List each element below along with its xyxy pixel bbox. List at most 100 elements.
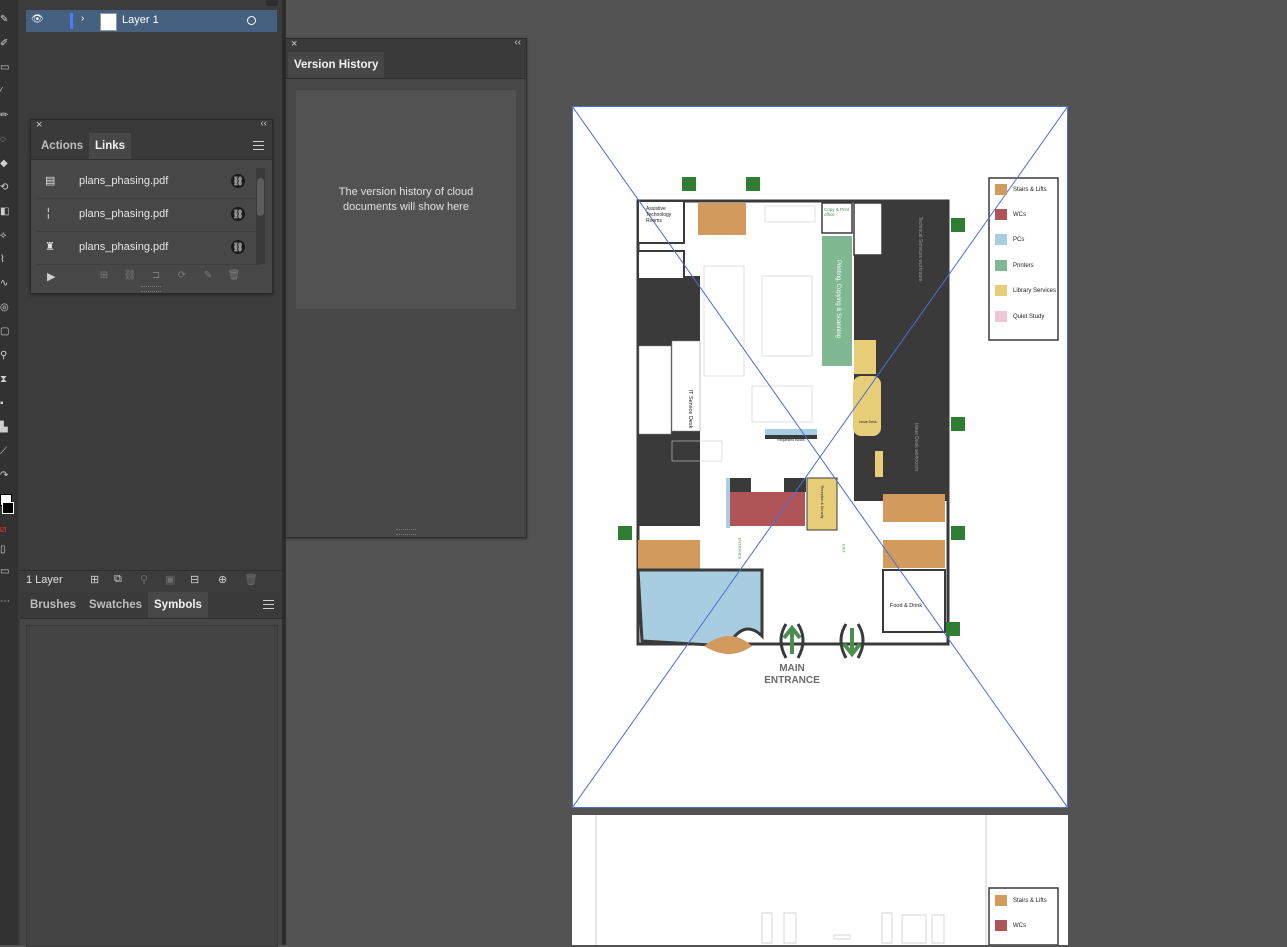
layer-name[interactable]: Layer 1 bbox=[122, 14, 159, 26]
collapse-icon[interactable]: ‹‹ bbox=[514, 37, 521, 48]
chevron-right-icon[interactable]: › bbox=[81, 13, 84, 24]
close-icon[interactable]: × bbox=[291, 38, 297, 50]
exit-sign bbox=[951, 526, 965, 540]
exit-sign bbox=[946, 622, 960, 636]
link-chain-icon[interactable]: ⛓ bbox=[231, 240, 245, 254]
layer-color-bar bbox=[70, 13, 73, 29]
label-printing: Printing, Copying & Scanning bbox=[835, 259, 841, 339]
panel-menu-icon[interactable] bbox=[263, 600, 274, 609]
eyedropper-icon[interactable]: ⟋ bbox=[0, 446, 12, 458]
locate-object-icon[interactable]: ⚲ bbox=[140, 573, 148, 586]
relink-icon[interactable]: ⛓ bbox=[123, 270, 137, 282]
scale-icon[interactable]: ◧ bbox=[0, 206, 12, 218]
new-layer-icon[interactable]: ⊕ bbox=[218, 573, 227, 586]
links-scrollbar[interactable] bbox=[256, 168, 265, 264]
label-it-desk: IT Service Desk bbox=[687, 389, 693, 429]
close-icon[interactable]: × bbox=[36, 119, 42, 131]
zoom-icon[interactable]: ⚲ bbox=[0, 350, 12, 362]
target-circle-icon[interactable] bbox=[247, 16, 256, 25]
gradient-icon[interactable]: ⧗ bbox=[0, 374, 12, 386]
clipping-mask-icon[interactable]: ▣ bbox=[165, 573, 175, 586]
shape-builder-icon[interactable]: ◎ bbox=[0, 302, 12, 314]
legend-label: WCs bbox=[1013, 923, 1026, 930]
rectangle-icon[interactable]: ▭ bbox=[0, 62, 12, 74]
links-tabbar: Actions Links bbox=[31, 133, 272, 160]
goto-link-icon[interactable]: ⊐ bbox=[149, 270, 163, 282]
link-item[interactable]: ╎ plans_phasing.pdf ⛓ bbox=[37, 199, 261, 232]
screen-mode-icon[interactable]: ▭ bbox=[0, 566, 12, 578]
update-link-icon[interactable]: ⟳ bbox=[175, 270, 189, 282]
panel-titlebar[interactable]: × ‹‹ bbox=[286, 37, 526, 52]
tab-actions[interactable]: Actions bbox=[35, 133, 89, 159]
version-history-panel: × ‹‹ Version History The version history… bbox=[285, 37, 527, 538]
layer-row[interactable]: 👁 › Layer 1 bbox=[26, 10, 277, 32]
trash-icon[interactable]: 🗑 bbox=[227, 270, 241, 282]
perspective-icon[interactable]: ▢ bbox=[0, 326, 12, 338]
links-footer: ▶ ⊞ ⛓ ⊐ ⟳ ✎ 🗑 bbox=[31, 270, 272, 286]
links-list: ▤ plans_phasing.pdf ⛓ ╎ plans_phasing.pd… bbox=[31, 166, 272, 270]
new-sublayer-icon[interactable]: ⊟ bbox=[190, 573, 199, 586]
legend-item: WCs bbox=[995, 920, 1026, 931]
legend-item: Stairs & Lifts bbox=[995, 895, 1047, 906]
legend-label: PCs bbox=[1013, 237, 1025, 244]
legend-item: PCs bbox=[995, 234, 1024, 245]
symbols-content bbox=[26, 625, 278, 947]
tab-version-history[interactable]: Version History bbox=[288, 52, 385, 78]
tab-symbols[interactable]: Symbols bbox=[148, 592, 208, 618]
tab-swatches[interactable]: Swatches bbox=[83, 592, 148, 618]
layers-count: 1 Layer bbox=[26, 574, 63, 586]
legend-label: Library Services bbox=[1013, 288, 1057, 295]
legend-2: Stairs & Lifts WCs bbox=[991, 895, 1057, 941]
artboard-1[interactable]: Stairs & Lifts WCs PCs Printers Library … bbox=[572, 106, 1068, 808]
scroll-thumb[interactable] bbox=[257, 178, 264, 216]
resize-grip[interactable] bbox=[141, 286, 161, 292]
collect-export-icon[interactable]: ⧉ bbox=[114, 573, 122, 586]
play-icon[interactable]: ▶ bbox=[47, 270, 55, 283]
edit-original-icon[interactable]: ✎ bbox=[201, 270, 215, 282]
tab-brushes[interactable]: Brushes bbox=[24, 592, 82, 618]
swap-colors-icon[interactable]: ↷ bbox=[0, 470, 12, 482]
link-chain-icon[interactable]: ⛓ bbox=[231, 174, 245, 188]
lasso-icon[interactable]: ◌ bbox=[0, 134, 12, 146]
relink-cc-icon[interactable]: ⊞ bbox=[97, 270, 111, 282]
link-name: plans_phasing.pdf bbox=[79, 208, 169, 220]
layers-resize-handle[interactable] bbox=[266, 0, 278, 6]
curvature-icon[interactable]: ✐ bbox=[0, 38, 12, 50]
eye-icon[interactable]: 👁 bbox=[31, 14, 44, 25]
pen-icon[interactable]: ✎ bbox=[0, 14, 12, 26]
draw-mode-icon[interactable]: ▯ bbox=[0, 544, 12, 556]
pencil-icon[interactable]: ✏ bbox=[0, 110, 12, 122]
version-message-line2: documents will show here bbox=[343, 201, 469, 213]
link-item[interactable]: ♜ plans_phasing.pdf ⛓ bbox=[37, 232, 261, 265]
exit-sign bbox=[951, 218, 965, 232]
export-icon[interactable]: ⊞ bbox=[90, 573, 99, 586]
label-issue-desk: Issue Desk bbox=[859, 420, 877, 424]
paintbrush-icon[interactable]: ⁄ bbox=[0, 86, 12, 98]
fill-stroke-swatch[interactable] bbox=[0, 494, 14, 516]
collapse-icon[interactable]: ‹‹ bbox=[260, 118, 267, 129]
panel-titlebar[interactable]: × ‹‹ bbox=[31, 118, 272, 133]
version-history-box: The version history of cloud documents w… bbox=[296, 90, 516, 309]
legend-item: Stairs & Lifts bbox=[995, 184, 1047, 195]
more-tools-icon[interactable]: ⋯ bbox=[0, 596, 12, 608]
resize-grip[interactable] bbox=[396, 529, 416, 535]
rotate-icon[interactable]: ⟲ bbox=[0, 182, 12, 194]
legend-label: WCs bbox=[1013, 212, 1026, 219]
none-color-icon[interactable]: ⧄ bbox=[0, 524, 12, 536]
shaper-icon[interactable]: ⌇ bbox=[0, 254, 12, 266]
width-icon[interactable]: ⟡ bbox=[0, 230, 12, 242]
artboard-2[interactable]: Stairs & Lifts WCs bbox=[572, 815, 1068, 945]
link-chain-icon[interactable]: ⛓ bbox=[231, 207, 245, 221]
panel-menu-icon[interactable] bbox=[253, 141, 264, 150]
symbols-tabbar: Brushes Swatches Symbols bbox=[20, 592, 282, 619]
trash-icon[interactable]: 🗑 bbox=[244, 573, 258, 586]
eraser-icon[interactable]: ◆ bbox=[0, 158, 12, 170]
link-item[interactable]: ▤ plans_phasing.pdf ⛓ bbox=[37, 166, 261, 199]
label-copy-print: Copy & Print office bbox=[824, 207, 850, 217]
warp-icon[interactable]: ∿ bbox=[0, 278, 12, 290]
legend-item: WCs bbox=[995, 209, 1026, 220]
symbol-sprayer-icon[interactable]: ▙ bbox=[0, 422, 12, 434]
mesh-icon[interactable]: ▪ bbox=[0, 398, 12, 410]
tab-links[interactable]: Links bbox=[89, 133, 132, 159]
exit-sign bbox=[682, 177, 696, 191]
